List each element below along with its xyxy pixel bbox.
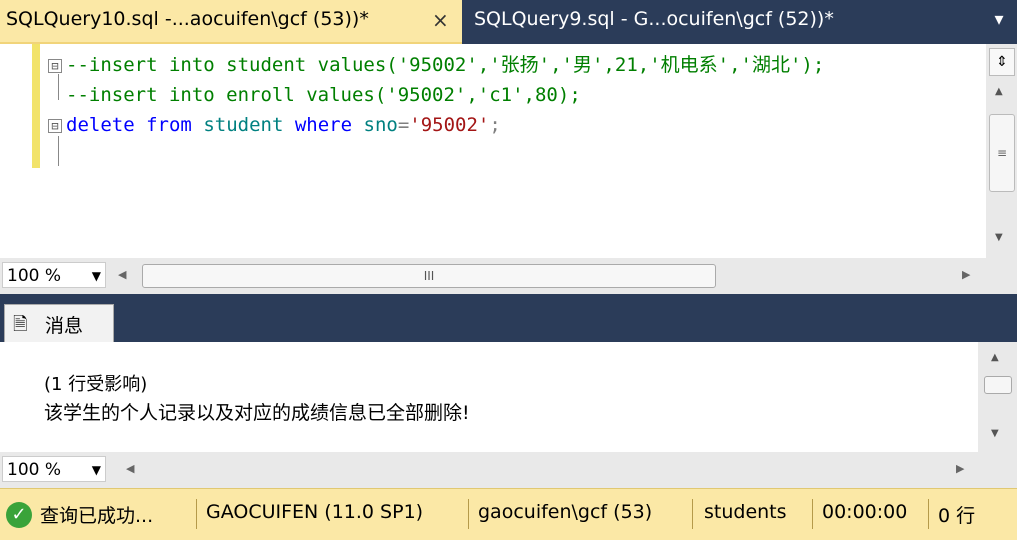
change-marker-gutter: [32, 44, 40, 168]
scroll-down-icon[interactable]: ▼: [991, 428, 999, 439]
zoom-value: 100 %: [7, 460, 62, 480]
keyword: where: [294, 114, 353, 136]
keyword: from: [146, 114, 192, 136]
pane-splitter[interactable]: [0, 294, 1017, 302]
chevron-down-icon: ▼: [91, 463, 101, 477]
collapse-icon[interactable]: ⊟: [48, 118, 62, 133]
messages-pane[interactable]: (1 行受影响) 该学生的个人记录以及对应的成绩信息已全部删除!: [0, 342, 978, 452]
close-icon[interactable]: ×: [432, 8, 449, 32]
row-count: 0 行: [938, 505, 976, 527]
tab-sqlquery10[interactable]: SQLQuery10.sql -...aocuifen\gcf (53))* ×: [0, 0, 462, 44]
comment-text: --insert into student values('95002','张扬…: [66, 54, 825, 76]
code-area[interactable]: ⊟ --insert into student values('95002','张…: [48, 50, 824, 140]
messages-vertical-scrollbar[interactable]: ▲ ▼: [978, 342, 1017, 452]
success-check-icon: ✓: [6, 502, 32, 528]
comment-text: --insert into enroll values('95002','c1'…: [66, 84, 581, 106]
scroll-thumb[interactable]: [984, 376, 1012, 394]
editor-horizontal-bar: 100 % ▼ ◀ III ▶: [0, 258, 1017, 294]
editor-zoom-select[interactable]: 100 % ▼: [2, 262, 106, 288]
status-bar: ✓ 查询已成功... GAOCUIFEN (11.0 SP1) gaocuife…: [0, 488, 1017, 540]
code-line: --insert into enroll values('95002','c1'…: [48, 80, 824, 110]
results-zoom-select[interactable]: 100 % ▼: [2, 456, 106, 482]
divider: [812, 499, 813, 529]
tab-title: SQLQuery10.sql -...aocuifen\gcf (53))*: [6, 8, 369, 30]
query-status: 查询已成功...: [40, 505, 154, 527]
semicolon: ;: [489, 114, 501, 136]
scroll-up-icon[interactable]: ▲: [991, 352, 999, 363]
scroll-right-icon[interactable]: ▶: [962, 268, 970, 281]
messages-icon: 🗎: [13, 314, 28, 335]
divider: [928, 499, 929, 529]
code-line: ⊟ --insert into student values('95002','张…: [48, 50, 824, 80]
document-tab-bar: SQLQuery10.sql -...aocuifen\gcf (53))* ×…: [0, 0, 1017, 44]
server-name: GAOCUIFEN (11.0 SP1): [206, 501, 424, 523]
zoom-value: 100 %: [7, 266, 62, 286]
scroll-left-icon[interactable]: ◀: [118, 268, 126, 281]
tab-label: 消息: [45, 315, 84, 337]
chevron-down-icon: ▼: [91, 269, 101, 283]
query-editor[interactable]: ⊟ --insert into student values('95002','张…: [0, 44, 986, 258]
chevron-down-icon[interactable]: ▾: [985, 6, 1013, 34]
fold-guide: [58, 136, 59, 166]
scroll-left-icon[interactable]: ◀: [126, 462, 134, 475]
login-name: gaocuifen\gcf (53): [478, 501, 653, 523]
message-line: 该学生的个人记录以及对应的成绩信息已全部删除!: [44, 402, 470, 424]
divider: [196, 499, 197, 529]
message-line: (1 行受影响): [44, 374, 148, 395]
column-name: sno: [363, 114, 398, 136]
messages-horizontal-bar: 100 % ▼ ◀ ▶: [0, 452, 1017, 488]
code-line: ⊟ delete from student where sno='95002';: [48, 110, 824, 140]
string-literal: '95002': [409, 114, 490, 136]
scroll-right-icon[interactable]: ▶: [956, 462, 964, 475]
elapsed-time: 00:00:00: [822, 501, 908, 523]
horizontal-scroll-thumb[interactable]: III: [142, 264, 716, 288]
scroll-thumb[interactable]: ≡: [989, 114, 1015, 192]
divider: [692, 499, 693, 529]
tab-messages[interactable]: 🗎 消息: [4, 304, 114, 342]
tab-sqlquery9[interactable]: SQLQuery9.sql - G...ocuifen\gcf (52))*: [462, 0, 942, 44]
results-tab-bar: 🗎 消息: [0, 302, 1017, 342]
split-handle-icon[interactable]: ⇕: [989, 48, 1015, 76]
table-name: student: [203, 114, 284, 136]
collapse-icon[interactable]: ⊟: [48, 58, 62, 73]
editor-vertical-scrollbar[interactable]: ⇕ ▲ ≡ ▼: [986, 44, 1017, 258]
scroll-up-icon[interactable]: ▲: [995, 86, 1003, 97]
tab-title: SQLQuery9.sql - G...ocuifen\gcf (52))*: [474, 8, 834, 30]
keyword: delete: [66, 114, 135, 136]
database-name: students: [704, 501, 787, 523]
scroll-down-icon[interactable]: ▼: [995, 232, 1003, 243]
operator: =: [397, 114, 410, 136]
divider: [468, 499, 469, 529]
